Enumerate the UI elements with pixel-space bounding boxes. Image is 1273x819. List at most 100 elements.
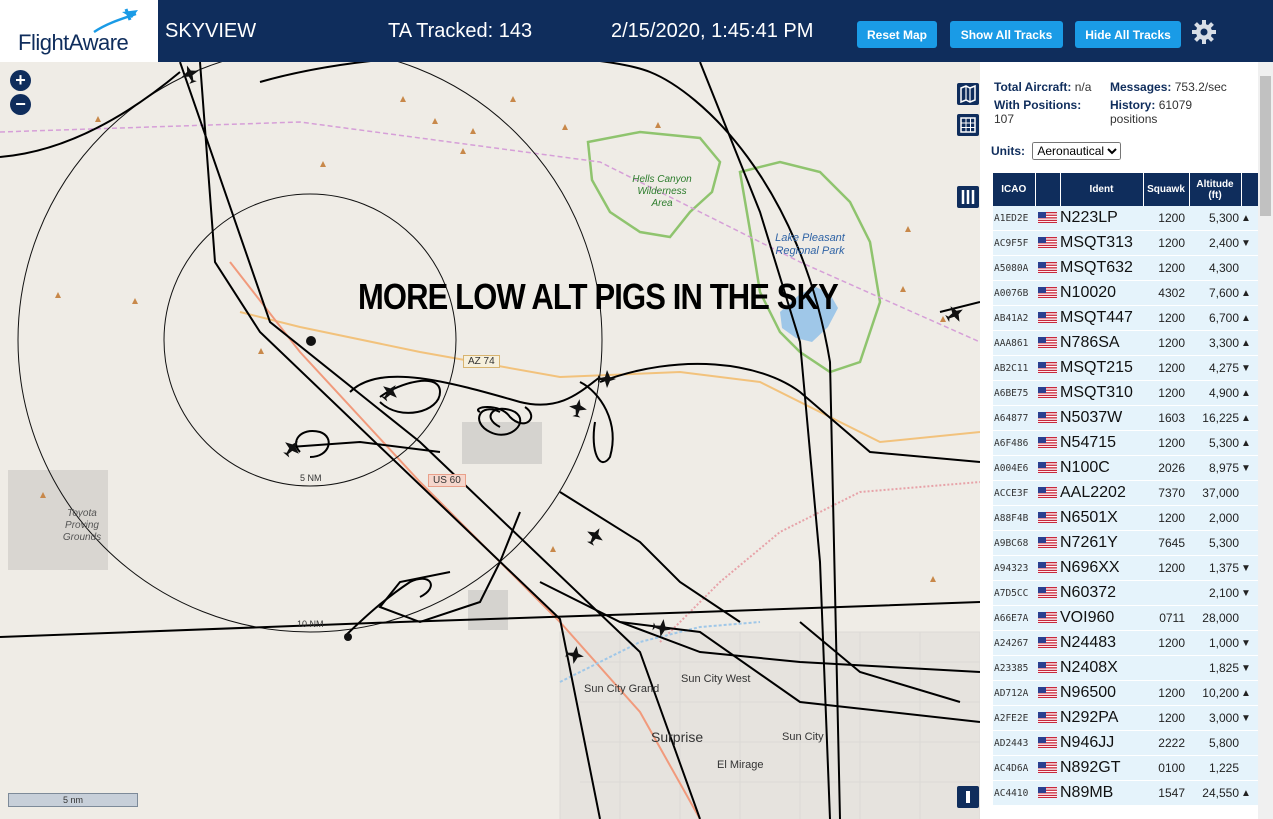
- us-flag-icon: [1038, 212, 1057, 224]
- cell-trend: [1241, 730, 1258, 756]
- columns-icon[interactable]: [957, 186, 979, 208]
- us-flag-icon: [1038, 612, 1057, 624]
- lake-pleasant-label: Lake Pleasant Regional Park: [775, 232, 845, 257]
- panel-scrollbar[interactable]: [1258, 62, 1273, 819]
- grid-icon[interactable]: [957, 114, 979, 136]
- table-row[interactable]: A94323 N696XX 1200 1,375 ▼: [993, 555, 1258, 581]
- col-ident[interactable]: Ident: [1060, 173, 1144, 206]
- total-aircraft-label: Total Aircraft:: [994, 80, 1072, 94]
- cell-icao: A94323: [993, 555, 1035, 581]
- urban-area: [559, 631, 980, 819]
- cell-ident: N89MB: [1060, 780, 1143, 806]
- table-row[interactable]: AD712A N96500 1200 10,200 ▲: [993, 680, 1258, 706]
- cell-squawk: 1200: [1143, 355, 1189, 381]
- table-row[interactable]: A9BC68 N7261Y 7645 5,300: [993, 530, 1258, 556]
- hide-all-tracks-button[interactable]: Hide All Tracks: [1075, 21, 1181, 48]
- cell-ident: N946JJ: [1060, 730, 1143, 756]
- cell-ident: N292PA: [1060, 705, 1143, 731]
- cell-icao: AB41A2: [993, 305, 1035, 331]
- with-positions-label: With Positions:: [994, 98, 1082, 112]
- cell-altitude: 28,000: [1189, 605, 1241, 631]
- map-layers-icon[interactable]: [957, 83, 979, 105]
- units-select[interactable]: Aeronautical: [1032, 142, 1122, 160]
- table-row[interactable]: A64877 N5037W 1603 16,225 ▲: [993, 405, 1258, 431]
- table-row[interactable]: AC4410 N89MB 1547 24,550 ▲: [993, 780, 1258, 806]
- cell-squawk: 0711: [1143, 605, 1189, 631]
- city-el-mirage: El Mirage: [717, 759, 764, 771]
- table-row[interactable]: AD2443 N946JJ 2222 5,800: [993, 730, 1258, 756]
- park-label-toyota: Toyota Proving Grounds: [62, 508, 102, 543]
- table-row[interactable]: AB41A2 MSQT447 1200 6,700 ▲: [993, 305, 1258, 331]
- reset-map-button[interactable]: Reset Map: [857, 21, 937, 48]
- cell-icao: A2FE2E: [993, 705, 1035, 731]
- cell-icao: A7D5CC: [993, 580, 1035, 606]
- table-row[interactable]: A1ED2E N223LP 1200 5,300 ▲: [993, 206, 1258, 231]
- table-row[interactable]: A6BE75 MSQT310 1200 4,900 ▲: [993, 380, 1258, 406]
- zoom-in-button[interactable]: +: [10, 70, 31, 91]
- table-row[interactable]: A23385 N2408X 1,825 ▼: [993, 655, 1258, 681]
- aircraft-markers: [181, 65, 963, 664]
- us-flag-icon: [1038, 437, 1057, 449]
- col-icao[interactable]: ICAO: [993, 173, 1036, 206]
- cell-icao: AD712A: [993, 680, 1035, 706]
- cell-trend: ▼: [1241, 455, 1258, 481]
- road-shield-az74: AZ 74: [463, 355, 500, 368]
- airfield-area-2: [468, 590, 508, 630]
- table-row[interactable]: A0076B N10020 4302 7,600 ▲: [993, 280, 1258, 306]
- cell-trend: ▲: [1241, 280, 1258, 306]
- cell-ident: N24483: [1060, 630, 1143, 656]
- col-squawk[interactable]: Squawk: [1143, 173, 1190, 206]
- info-icon[interactable]: [957, 786, 979, 808]
- cell-altitude: 4,300: [1189, 255, 1241, 281]
- table-row[interactable]: A004E6 N100C 2026 8,975 ▼: [993, 455, 1258, 481]
- us-flag-icon: [1038, 712, 1057, 724]
- cell-ident: MSQT447: [1060, 305, 1143, 331]
- cell-icao: A5080A: [993, 255, 1035, 281]
- col-flag[interactable]: [1035, 173, 1061, 206]
- table-row[interactable]: A66E7A VOI960 0711 28,000: [993, 605, 1258, 631]
- table-row[interactable]: A2FE2E N292PA 1200 3,000 ▼: [993, 705, 1258, 731]
- cell-squawk: 1603: [1143, 405, 1189, 431]
- table-row[interactable]: AC4D6A N892GT 0100 1,225: [993, 755, 1258, 781]
- map-canvas[interactable]: [0, 62, 980, 819]
- cell-ident: N100C: [1060, 455, 1143, 481]
- city-sun-city-grand: Sun City Grand: [584, 683, 660, 695]
- cell-altitude: 5,800: [1189, 730, 1241, 756]
- cell-trend: ▲: [1241, 305, 1258, 331]
- table-row[interactable]: AAA861 N786SA 1200 3,300 ▲: [993, 330, 1258, 356]
- us-flag-icon: [1038, 387, 1057, 399]
- show-all-tracks-button[interactable]: Show All Tracks: [950, 21, 1063, 48]
- zoom-out-button[interactable]: −: [10, 94, 31, 115]
- col-altitude[interactable]: Altitude (ft): [1189, 173, 1242, 206]
- scale-bar: 5 nm: [8, 793, 138, 807]
- cell-flag: [1035, 555, 1060, 581]
- cell-altitude: 37,000: [1189, 480, 1241, 506]
- table-row[interactable]: ACCE3F AAL2202 7370 37,000: [993, 480, 1258, 506]
- table-row[interactable]: A7D5CC N60372 2,100 ▼: [993, 580, 1258, 606]
- cell-trend: ▲: [1241, 780, 1258, 806]
- cell-trend: ▼: [1241, 555, 1258, 581]
- table-row[interactable]: A24267 N24483 1200 1,000 ▼: [993, 630, 1258, 656]
- cell-ident: N5037W: [1060, 405, 1143, 431]
- table-row[interactable]: A88F4B N6501X 1200 2,000: [993, 505, 1258, 531]
- cell-icao: AC4D6A: [993, 755, 1035, 781]
- cell-squawk: 1200: [1143, 430, 1189, 456]
- map-view[interactable]: + − MORE LOW ALT PIGS IN THE SKY 5 NM 10…: [0, 62, 980, 819]
- table-row[interactable]: AB2C11 MSQT215 1200 4,275 ▼: [993, 355, 1258, 381]
- us-flag-icon: [1038, 512, 1057, 524]
- table-row[interactable]: A5080A MSQT632 1200 4,300: [993, 255, 1258, 281]
- logo-text: FlightAware: [18, 30, 129, 55]
- cell-flag: [1035, 455, 1060, 481]
- airfield-area: [462, 422, 542, 464]
- cell-altitude: 3,300: [1189, 330, 1241, 356]
- cell-trend: [1241, 505, 1258, 531]
- table-row[interactable]: A6F486 N54715 1200 5,300 ▲: [993, 430, 1258, 456]
- table-row[interactable]: AC9F5F MSQT313 1200 2,400 ▼: [993, 230, 1258, 256]
- flightaware-logo[interactable]: FlightAware: [0, 0, 158, 62]
- scroll-thumb[interactable]: [1260, 76, 1271, 216]
- us-flag-icon: [1038, 412, 1057, 424]
- cell-squawk: 2222: [1143, 730, 1189, 756]
- us-flag-icon: [1038, 787, 1057, 799]
- gear-icon[interactable]: [1191, 19, 1217, 45]
- cell-icao: A88F4B: [993, 505, 1035, 531]
